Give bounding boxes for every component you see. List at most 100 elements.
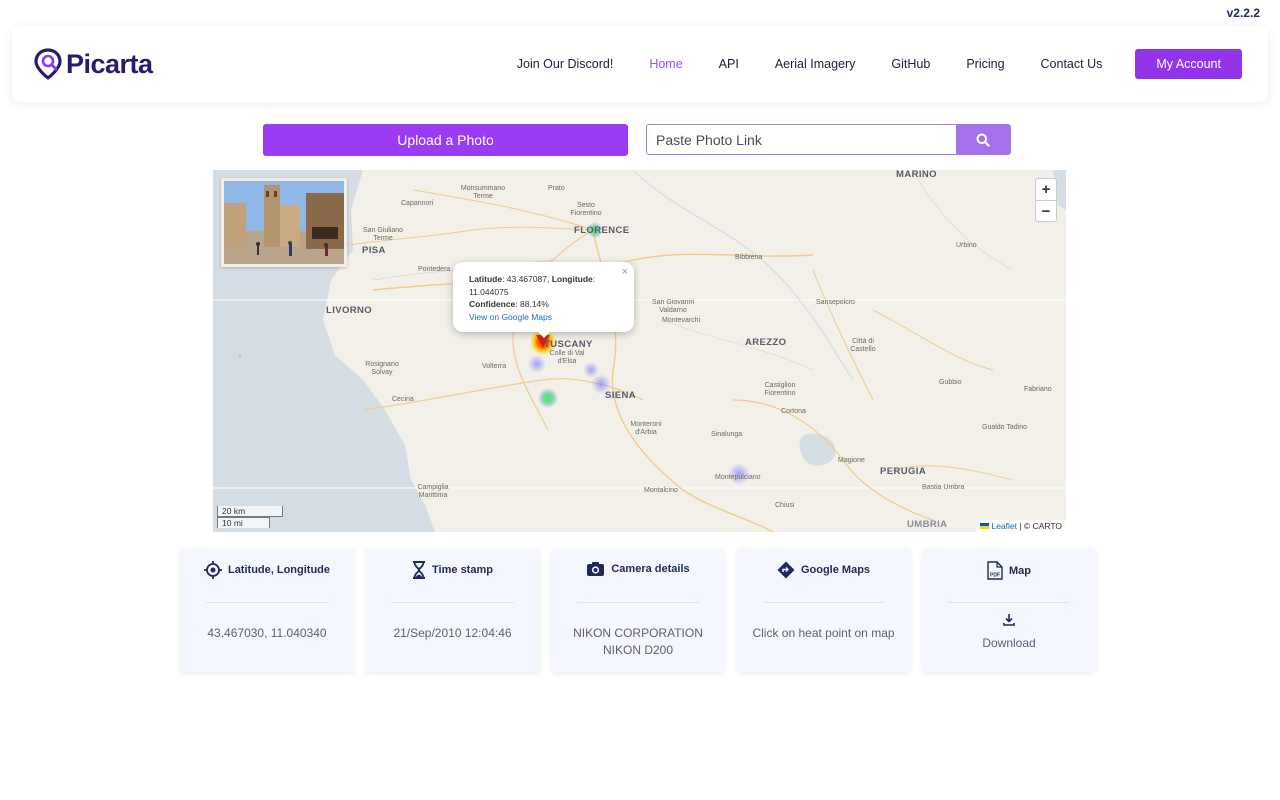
card-google-maps: Google Maps Click on heat point on map xyxy=(736,548,911,672)
map-label: Cortona xyxy=(781,408,806,415)
map-label: Monteroni d'Arbia xyxy=(630,421,662,436)
map-label: LIVORNO xyxy=(326,305,373,316)
map-label: FLORENCE xyxy=(574,225,630,236)
map[interactable]: MARINO Monsummano Terme Prato Sesto Fior… xyxy=(213,170,1066,532)
map-label: TUSCANY xyxy=(544,339,593,350)
card-title: Map xyxy=(1009,564,1031,577)
map-label: Sesto Fiorentino xyxy=(570,202,602,217)
popup-google-maps-link[interactable]: View on Google Maps xyxy=(469,312,552,322)
popup-lat-label: Latitude xyxy=(469,274,503,284)
logo[interactable]: Picarta xyxy=(34,48,153,80)
card-title: Google Maps xyxy=(800,564,871,576)
card-timestamp: Time stamp 21/Sep/2010 12:04:46 xyxy=(365,548,540,672)
map-label: PERUGIA xyxy=(880,466,927,477)
zoom-control: + − xyxy=(1035,178,1057,222)
map-label: Fabriano xyxy=(1024,386,1052,393)
svg-text:PDF: PDF xyxy=(990,573,1000,579)
logo-text: Picarta xyxy=(66,48,153,79)
map-label: Urbino xyxy=(956,242,977,249)
map-label: Bastia Umbra xyxy=(922,484,965,491)
zoom-in-button[interactable]: + xyxy=(1036,179,1056,200)
map-label: Sinalunga xyxy=(711,431,743,438)
result-cards: Latitude, Longitude 43.467030, 11.040340… xyxy=(180,548,1108,672)
map-label: Pontedera xyxy=(418,266,451,273)
ukraine-flag-icon xyxy=(980,523,990,529)
scale-mi: 10 mi xyxy=(217,517,270,528)
header: Picarta Join Our Discord! Home API Aeria… xyxy=(12,26,1268,102)
map-label: AREZZO xyxy=(745,337,787,348)
map-label: Rosignano Solvay xyxy=(365,361,399,376)
scale-km: 20 km xyxy=(217,506,283,517)
pdf-icon: PDF xyxy=(987,561,1003,580)
google-maps-hint: Click on heat point on map xyxy=(752,626,895,640)
map-label: Gualdo Tadino xyxy=(982,424,1028,431)
divider xyxy=(391,602,514,603)
popup-tip xyxy=(536,330,552,338)
camera-model: NIKON D200 xyxy=(602,643,674,657)
uploaded-photo-thumbnail[interactable] xyxy=(221,178,347,267)
carto-attribution: | © CARTO xyxy=(1017,521,1062,531)
map-label: Chiusi xyxy=(775,502,795,509)
leaflet-link[interactable]: Leaflet xyxy=(991,521,1017,531)
map-label: Prato xyxy=(548,185,565,192)
camera-make: NIKON CORPORATION xyxy=(573,626,703,640)
map-label: Cecina xyxy=(392,396,414,403)
download-link[interactable]: Download xyxy=(922,636,1096,650)
my-account-button[interactable]: My Account xyxy=(1135,49,1242,79)
nav-contact[interactable]: Contact Us xyxy=(1041,57,1103,71)
popup-confidence-label: Confidence xyxy=(469,299,516,309)
map-label: Bibbiena xyxy=(735,254,763,261)
map-label: Capannori xyxy=(401,200,434,207)
location-pin-icon xyxy=(34,48,62,80)
divider xyxy=(577,602,699,603)
map-label: Campiglia Marittima xyxy=(417,484,449,499)
card-title: Camera details xyxy=(611,563,690,575)
crosshair-icon xyxy=(203,561,222,579)
divider xyxy=(948,602,1070,603)
map-label: Montalcino xyxy=(644,487,678,494)
map-attribution: Leaflet | © CARTO xyxy=(976,520,1066,532)
upload-photo-button[interactable]: Upload a Photo xyxy=(263,124,628,156)
map-label: Città di Castello xyxy=(850,338,876,353)
timestamp-value: 21/Sep/2010 12:04:46 xyxy=(393,626,512,640)
location-popup: × Latitude: 43.467087, Longitude: 11.044… xyxy=(453,262,634,332)
card-coordinates: Latitude, Longitude 43.467030, 11.040340 xyxy=(180,548,354,672)
popup-close-button[interactable]: × xyxy=(622,266,628,279)
map-label: San Giuliano Terme xyxy=(362,227,404,242)
main-nav: Join Our Discord! Home API Aerial Imager… xyxy=(481,49,1242,79)
photo-link-form xyxy=(646,124,1011,155)
map-scale: 20 km 10 mi xyxy=(217,506,283,528)
map-label: MARINO xyxy=(896,170,937,180)
map-label: San Giovanni Valdarno xyxy=(651,299,695,314)
map-label: Gubbio xyxy=(939,379,962,386)
map-label: Castiglion Fiorentino xyxy=(764,382,796,397)
download-icon[interactable] xyxy=(1003,614,1015,626)
popup-lon-label: Longitude xyxy=(551,274,593,284)
map-label: Montevarchi xyxy=(662,317,701,324)
nav-home[interactable]: Home xyxy=(649,57,682,71)
nav-github[interactable]: GitHub xyxy=(891,57,930,71)
card-title: Latitude, Longitude xyxy=(227,564,331,576)
nav-api[interactable]: API xyxy=(719,57,739,71)
map-label: Colle di Val d'Elsa xyxy=(549,350,585,365)
map-label: Magione xyxy=(838,457,865,464)
divider xyxy=(206,602,328,603)
photo-preview xyxy=(224,181,344,264)
map-label: Monsummano Terme xyxy=(460,185,506,200)
map-label: Montepulciano xyxy=(715,474,761,481)
nav-pricing[interactable]: Pricing xyxy=(966,57,1004,71)
map-label: SIENA xyxy=(605,390,637,401)
card-map-download: PDF Map Download xyxy=(922,548,1096,672)
card-title: Time stamp xyxy=(432,564,493,576)
nav-discord[interactable]: Join Our Discord! xyxy=(517,57,614,71)
nav-aerial-imagery[interactable]: Aerial Imagery xyxy=(775,57,856,71)
version-label: v2.2.2 xyxy=(1226,6,1260,20)
search-button[interactable] xyxy=(956,125,1010,154)
camera-icon xyxy=(587,562,605,576)
popup-lat-value: : 43.467087, xyxy=(502,274,552,284)
search-icon xyxy=(976,133,990,147)
map-label: Volterra xyxy=(482,363,507,370)
photo-link-input[interactable] xyxy=(647,125,956,154)
popup-confidence-value: : 88.14% xyxy=(515,299,549,309)
zoom-out-button[interactable]: − xyxy=(1036,200,1056,221)
